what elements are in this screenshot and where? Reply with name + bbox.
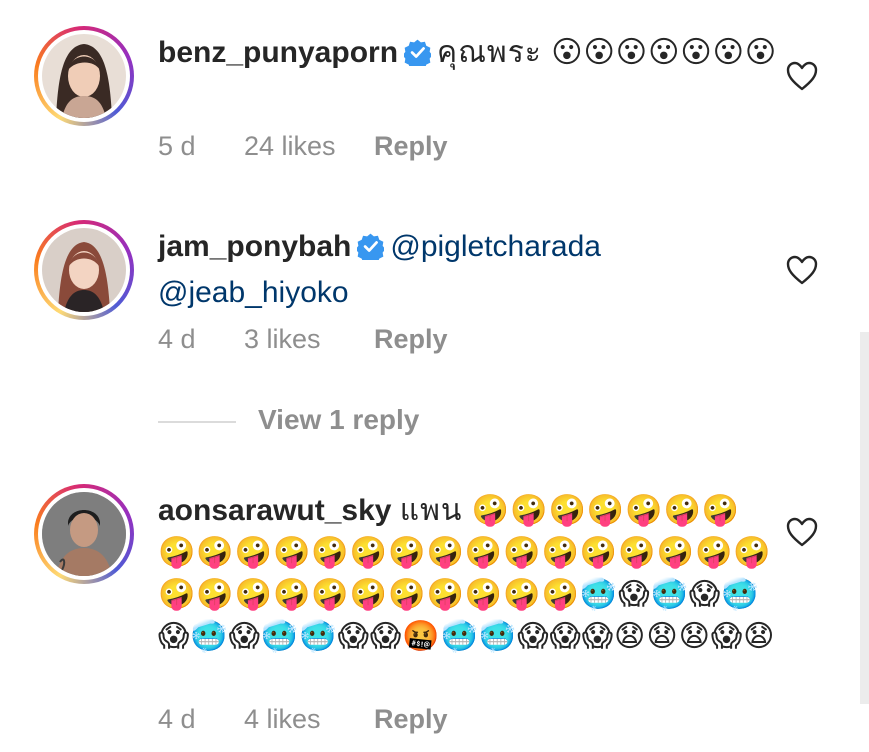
comment-text: benz_punyaporn คุณพระ 😮😮😮😮😮😮😮 — [158, 32, 778, 78]
avatar[interactable] — [42, 228, 126, 312]
avatar-story-ring[interactable] — [34, 220, 134, 320]
comment-likes[interactable]: 24 likes — [244, 131, 374, 162]
reply-button[interactable]: Reply — [374, 324, 448, 355]
view-replies-row[interactable]: View 1 reply — [158, 404, 419, 436]
comment-time: 5 d — [158, 131, 196, 161]
divider-line — [158, 420, 236, 423]
reply-button[interactable]: Reply — [374, 131, 448, 162]
comment-text: jam_ponybah @pigletcharada @jeab_hiyoko — [158, 226, 778, 314]
comment-likes[interactable]: 3 likes — [244, 324, 374, 355]
view-replies-button[interactable]: View 1 reply — [258, 404, 419, 435]
comment-body: คุณพระ 😮😮😮😮😮😮😮 — [437, 36, 778, 69]
avatar-story-ring[interactable] — [34, 26, 134, 126]
reply-button[interactable]: Reply — [374, 704, 448, 735]
heart-outline-icon[interactable] — [786, 61, 818, 91]
mention-link[interactable]: @pigletcharada — [390, 230, 601, 263]
comment-meta: 4 d 3 likes Reply — [158, 324, 448, 355]
username-link[interactable]: aonsarawut_sky — [158, 494, 391, 527]
verified-badge-icon — [356, 230, 386, 272]
heart-outline-icon[interactable] — [786, 255, 818, 285]
comment-time: 4 d — [158, 704, 196, 734]
comment-meta: 5 d 24 likes Reply — [158, 131, 448, 162]
username-link[interactable]: benz_punyaporn — [158, 36, 398, 69]
username-link[interactable]: jam_ponybah — [158, 230, 351, 263]
comment-meta: 4 d 4 likes Reply — [158, 704, 448, 735]
avatar-story-ring[interactable] — [34, 484, 134, 584]
comment-time: 4 d — [158, 324, 196, 354]
mention-link[interactable]: @jeab_hiyoko — [158, 276, 349, 309]
avatar[interactable] — [42, 34, 126, 118]
avatar[interactable] — [42, 492, 126, 576]
verified-badge-icon — [402, 36, 433, 78]
comment-text: aonsarawut_sky แพน 🤪🤪🤪🤪🤪🤪🤪🤪🤪🤪🤪🤪🤪🤪🤪🤪🤪🤪🤪🤪🤪… — [158, 490, 778, 658]
comment-likes[interactable]: 4 likes — [244, 704, 374, 735]
scrollbar[interactable] — [860, 332, 869, 704]
heart-outline-icon[interactable] — [786, 517, 818, 547]
